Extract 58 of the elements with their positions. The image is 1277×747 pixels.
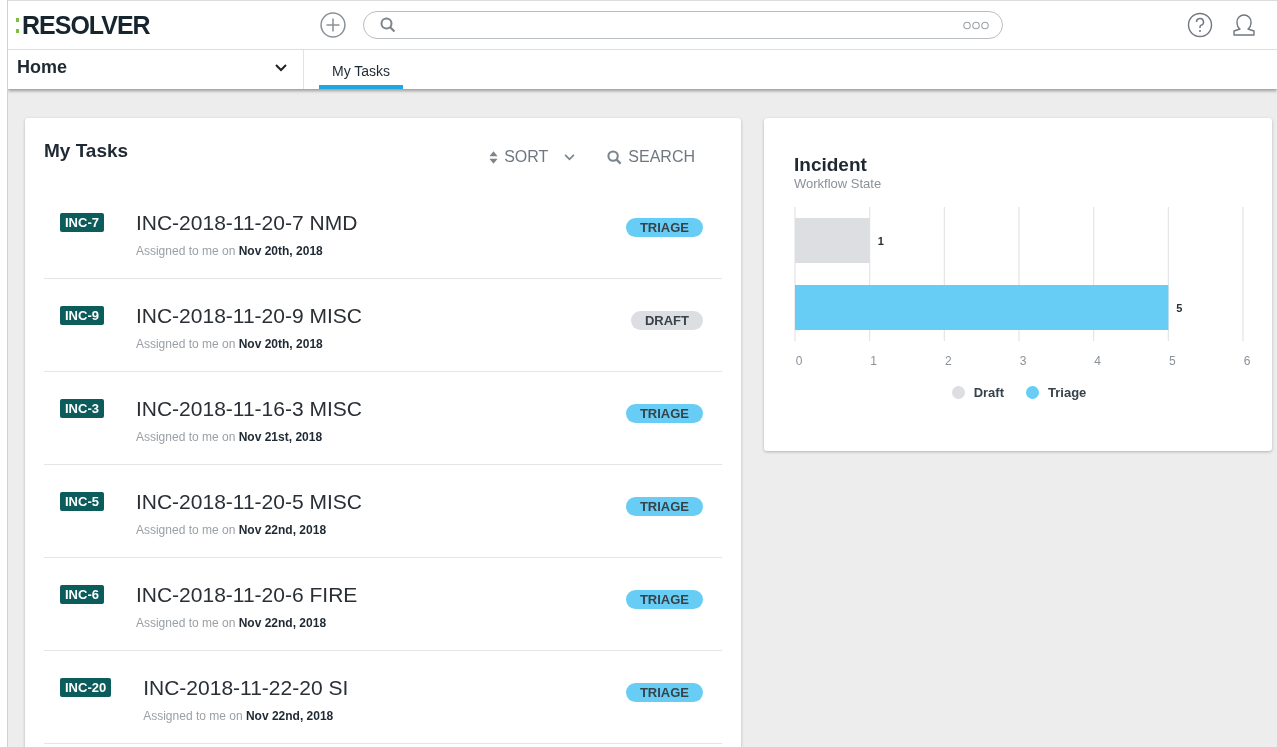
status-badge: TRIAGE [625,590,703,609]
status-badge: TRIAGE [625,683,703,702]
task-id-badge: INC-5 [60,492,104,511]
task-row[interactable]: INC-6 INC-2018-11-20-6 FIRE Assigned to me on Nov 22nd, 2018 TRIAGE [44,558,722,651]
axis-tick-label: 2 [945,354,952,368]
bar-value-label: 5 [1176,301,1183,314]
axis-tick-label: 6 [1243,354,1251,368]
task-name: INC-2018-11-20-5 MISC [135,490,363,514]
task-id-badge: INC-20 [60,678,112,697]
sort-button[interactable]: SORT [483,146,582,168]
task-id-badge: INC-6 [60,585,104,604]
user-icon[interactable] [1231,12,1257,38]
chart-subtitle: Workflow State [794,176,883,191]
task-id-badge: INC-3 [60,399,104,418]
task-row[interactable]: INC-20 INC-2018-11-22-20 SI Assigned to me on Nov 22nd, 2018 TRIAGE [44,651,722,744]
axis-tick-label: 5 [1169,354,1176,368]
axis-tick-label: 4 [1094,354,1101,368]
legend-label: Triage [1048,385,1087,400]
axis-tick-label: 3 [1019,354,1027,368]
axis-tick-label: 0 [795,354,803,368]
task-row[interactable]: INC-3 INC-2018-11-16-3 MISC Assigned to me on Nov 21st, 2018 TRIAGE [44,372,722,465]
task-row[interactable]: INC-9 INC-2018-11-20-9 MISC Assigned to me on Nov 20th, 2018 DRAFT [44,279,722,372]
status-badge: DRAFT [630,311,703,330]
task-id-badge: INC-7 [60,213,104,232]
add-icon[interactable] [320,12,346,38]
chart-title: Incident [794,154,868,176]
workspace-dropdown[interactable]: Home [8,50,304,89]
chevron-icon [564,153,576,161]
status-badge: TRIAGE [625,218,703,237]
search-icon [607,149,623,165]
task-row[interactable]: INC-5 INC-2018-11-20-5 MISC Assigned to me on Nov 22nd, 2018 TRIAGE [44,465,722,558]
status-badge: TRIAGE [625,404,703,423]
tab[interactable]: My Tasks [319,50,404,89]
card-title: My Tasks [44,140,129,163]
task-name: INC-2018-11-20-7 NMD [135,211,359,235]
search-button[interactable]: SEARCH [601,146,701,168]
task-name: INC-2018-11-22-20 SI [143,676,350,700]
sort-icon [489,150,499,164]
assigned-text: Assigned to me on Nov 20th, 2018 [135,244,324,258]
help-icon[interactable] [1187,12,1213,38]
assigned-text: Assigned to me on Nov 20th, 2018 [135,337,324,351]
task-name: INC-2018-11-16-3 MISC [135,397,363,421]
bar-value-label: 1 [877,234,884,247]
assigned-text: Assigned to me on Nov 21st, 2018 [135,430,324,444]
axis-tick-label: 1 [870,354,877,368]
assigned-text: Assigned to me on Nov 22nd, 2018 [135,616,328,630]
task-id-badge: INC-9 [60,306,104,325]
status-badge: TRIAGE [625,497,703,516]
more-icon[interactable] [962,20,990,30]
search-icon [380,17,396,33]
assigned-text: Assigned to me on Nov 22nd, 2018 [135,523,328,537]
task-name: INC-2018-11-20-9 MISC [135,304,363,328]
logo[interactable]: RESOLVER [16,10,316,40]
assigned-text: Assigned to me on Nov 22nd, 2018 [143,709,335,723]
chevron-icon [275,63,287,72]
task-name: INC-2018-11-20-6 FIRE [135,583,359,607]
task-row[interactable]: INC-7 INC-2018-11-20-7 NMD Assigned to me on Nov 20th, 2018 TRIAGE [44,186,722,279]
legend-label: Draft [973,385,1004,400]
